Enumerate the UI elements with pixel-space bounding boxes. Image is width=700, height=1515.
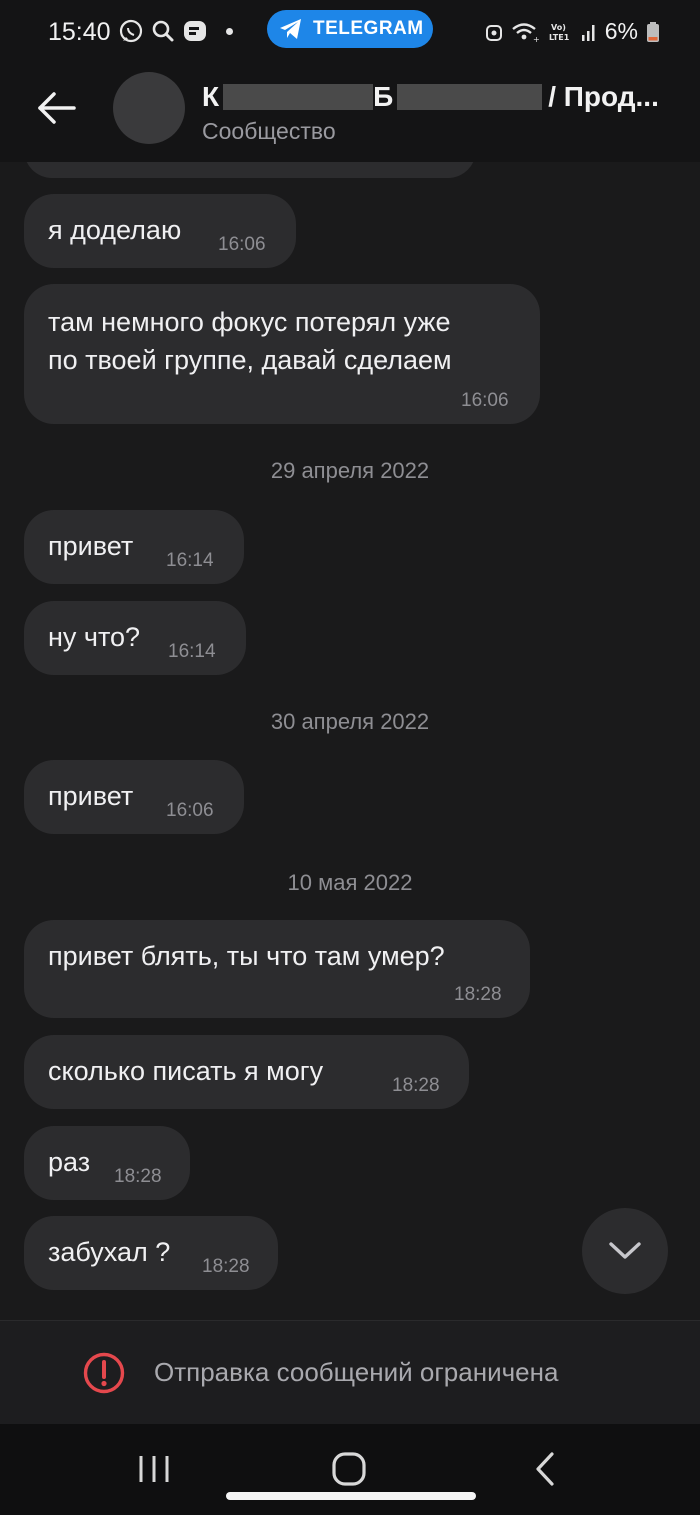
message-bubble[interactable]: ну что? 16:14 [24, 601, 246, 675]
message-bubble[interactable]: раз 18:28 [24, 1126, 190, 1200]
viber-icon [119, 19, 143, 43]
telegram-icon [280, 19, 301, 39]
alarm-icon [485, 24, 502, 41]
redacted-block [223, 84, 374, 110]
message-time: 18:28 [202, 1256, 250, 1277]
system-nav-bar [0, 1424, 700, 1515]
svg-text:LTE1: LTE1 [549, 33, 570, 42]
wifi-icon: + [511, 22, 540, 43]
chat-subtitle: Сообщество [202, 118, 336, 144]
message-bubble[interactable]: там немного фокус потерял уже по твоей г… [24, 284, 540, 424]
home-indicator[interactable] [226, 1492, 476, 1500]
message-text: я доделаю [48, 215, 182, 245]
date-separator: 10 мая 2022 [287, 870, 413, 895]
message-bubble-partial[interactable] [24, 162, 476, 178]
recent-apps-icon[interactable] [136, 1454, 172, 1484]
chat-title[interactable]: К Б / Прод... [202, 80, 672, 114]
message-text: сколько писать я могу [48, 1056, 324, 1086]
message-bubble[interactable]: я доделаю 16:06 [24, 194, 296, 268]
date-separator: 29 апреля 2022 [270, 458, 430, 483]
svg-text:Vo): Vo) [551, 23, 566, 32]
telegram-pill[interactable]: TELEGRAM [267, 10, 433, 48]
chat-title-suffix: / Прод... [548, 81, 659, 112]
restricted-message-text: Отправка сообщений ограничена [154, 1357, 559, 1387]
message-time: 16:06 [166, 800, 214, 821]
home-icon[interactable] [331, 1451, 367, 1487]
message-list[interactable]: я доделаю 16:06 там немного фокус потеря… [0, 162, 700, 1320]
battery-percent: 6% [604, 18, 638, 44]
chevron-down-icon [609, 1242, 641, 1259]
message-text: по твоей группе, давай сделаем [48, 345, 452, 375]
message-time: 18:28 [114, 1166, 162, 1187]
message-text: ну что? [48, 622, 141, 652]
message-text: раз [48, 1147, 91, 1177]
chat-title-middle: Б [373, 81, 394, 112]
status-bar: 15:40 TELEGRAM + Vo) LTE1 6% [0, 0, 700, 66]
message-bubble[interactable]: привет 16:06 [24, 760, 244, 834]
messaging-restricted-bar: Отправка сообщений ограничена [0, 1320, 700, 1424]
back-arrow-icon[interactable] [34, 88, 78, 128]
message-time: 16:06 [218, 234, 266, 255]
volte-icon: Vo) LTE1 [549, 23, 570, 42]
chat-header: К Б / Прод... Сообщество [0, 66, 700, 162]
battery-icon [647, 21, 659, 42]
search-icon [152, 20, 174, 42]
redacted-block [397, 84, 543, 110]
avatar[interactable] [113, 72, 185, 144]
scroll-to-bottom-button[interactable] [582, 1208, 668, 1294]
telegram-pill-label: TELEGRAM [313, 18, 424, 39]
status-time: 15:40 [48, 18, 111, 46]
notification-icon [184, 21, 206, 41]
message-bubble[interactable]: забухал ? 18:28 [24, 1216, 278, 1290]
message-time: 16:06 [461, 390, 509, 411]
date-separator: 30 апреля 2022 [270, 709, 430, 734]
message-text: привет [48, 531, 134, 561]
message-text: забухал ? [48, 1237, 171, 1267]
status-icons-left [118, 18, 233, 44]
message-bubble[interactable]: привет 16:14 [24, 510, 244, 584]
message-time: 16:14 [168, 641, 216, 662]
message-time: 16:14 [166, 550, 214, 571]
chat-title-prefix: К [202, 81, 220, 112]
status-dot [226, 27, 233, 35]
message-time: 18:28 [392, 1075, 440, 1096]
alert-circle-icon [83, 1352, 125, 1394]
signal-icon [581, 24, 595, 41]
message-text: там немного фокус потерял уже [48, 307, 451, 337]
message-bubble[interactable]: привет блять, ты что там умер? 18:28 [24, 920, 530, 1018]
message-bubble[interactable]: сколько писать я могу 18:28 [24, 1035, 469, 1109]
status-icons-right: + Vo) LTE1 6% [485, 18, 660, 45]
message-text: привет блять, ты что там умер? [48, 941, 445, 971]
svg-text:+: + [533, 35, 540, 43]
message-text: привет [48, 781, 134, 811]
message-time: 18:28 [454, 984, 502, 1005]
back-icon[interactable] [533, 1451, 557, 1487]
